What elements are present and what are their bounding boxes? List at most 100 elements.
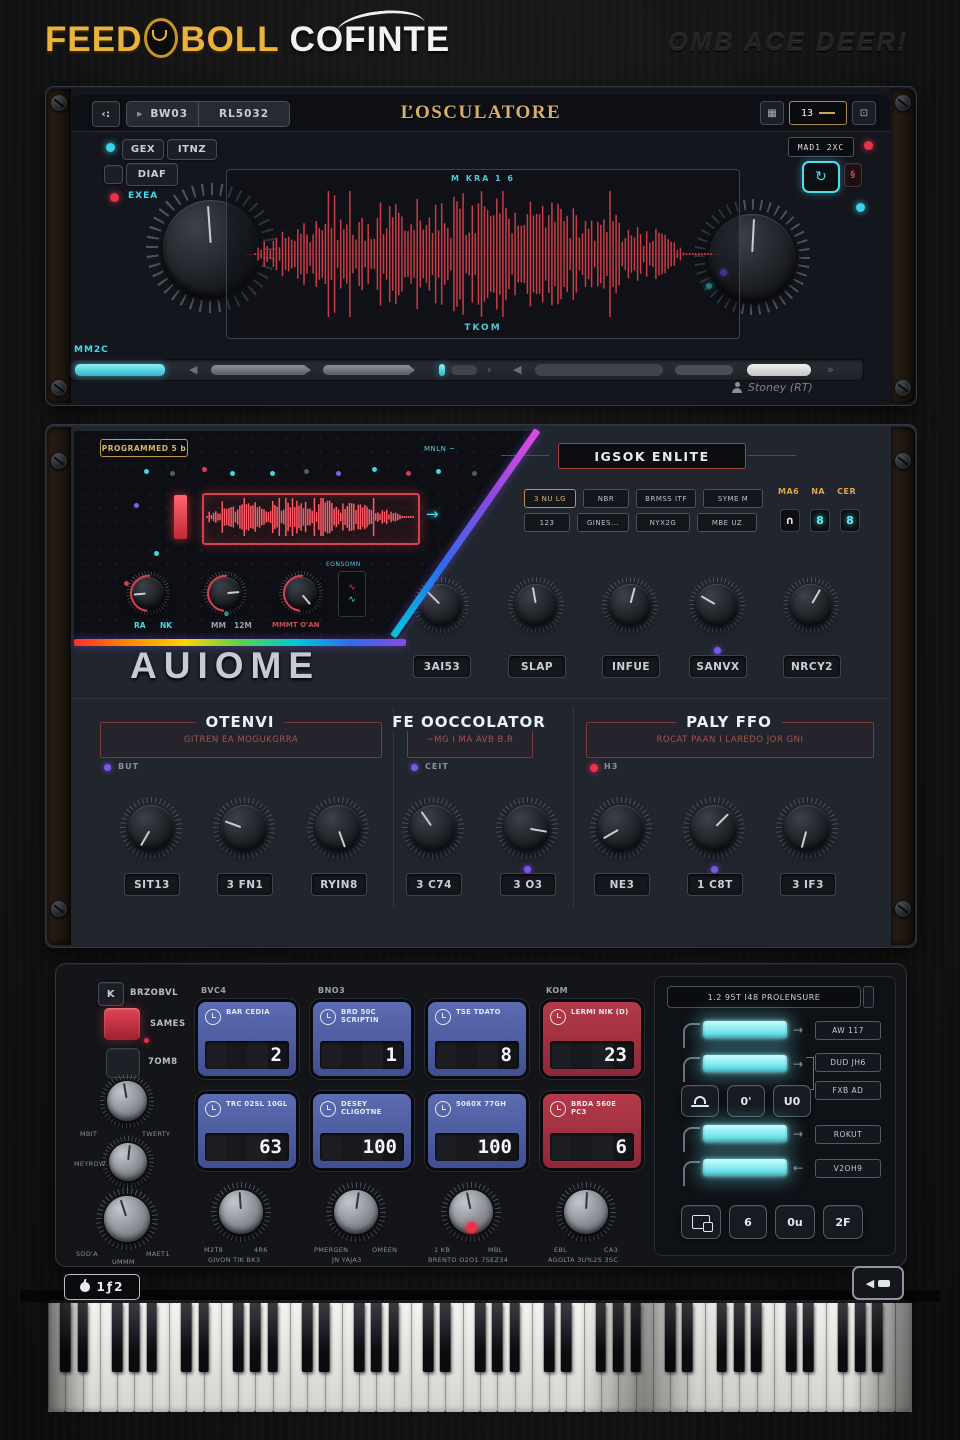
seq-knob-3[interactable] — [441, 1182, 501, 1242]
piano-black-key[interactable] — [872, 1303, 883, 1373]
value-box-display[interactable]: 100 — [320, 1133, 404, 1161]
piano-black-key[interactable] — [388, 1303, 399, 1373]
osc-knob-2[interactable] — [496, 797, 558, 859]
value-box[interactable]: TRC 02SL 10GL 63 — [198, 1094, 296, 1168]
piano-black-key[interactable] — [440, 1303, 451, 1373]
piano-black-key[interactable] — [301, 1303, 313, 1373]
piano-black-key[interactable] — [664, 1303, 676, 1373]
value-box[interactable]: 5060X 77GH 100 — [428, 1094, 526, 1168]
routing-title-tab[interactable] — [863, 986, 874, 1008]
param-chip[interactable]: MBE UZ — [697, 513, 757, 532]
piano-keyboard[interactable] — [48, 1300, 913, 1412]
value-box[interactable]: LERMI NIK (D) 23 — [543, 1002, 641, 1076]
scrub-segment[interactable] — [323, 365, 415, 375]
piano-black-key[interactable] — [111, 1303, 123, 1373]
piano-black-key[interactable] — [474, 1303, 486, 1373]
piano-black-key[interactable] — [751, 1303, 762, 1373]
loop-region-display[interactable] — [202, 493, 420, 545]
param-chip[interactable]: 3 NU LG — [524, 489, 576, 508]
mini-knob-1[interactable] — [126, 571, 170, 615]
digit-badge[interactable]: 8 — [810, 509, 830, 532]
piano-black-key[interactable] — [129, 1303, 140, 1373]
piano-black-key[interactable] — [146, 1303, 157, 1373]
param-chip[interactable]: NBR — [583, 489, 629, 508]
scrub-segment-active[interactable] — [75, 364, 165, 376]
card-button[interactable] — [681, 1205, 721, 1239]
knob-sanvx[interactable] — [689, 577, 745, 633]
piano-black-key[interactable] — [232, 1303, 244, 1373]
piano-black-key[interactable] — [561, 1303, 572, 1373]
piano-black-key[interactable] — [716, 1303, 728, 1373]
zero-button[interactable]: 0' — [727, 1085, 765, 1117]
env-knob-1[interactable] — [120, 797, 182, 859]
scrub-segment[interactable] — [535, 364, 663, 376]
piano-black-key[interactable] — [543, 1303, 555, 1373]
squiggle-button[interactable]: § — [844, 163, 862, 187]
collapse-button[interactable]: ◀ — [852, 1266, 904, 1300]
piano-black-key[interactable] — [509, 1303, 520, 1373]
param-chip[interactable]: 123 — [524, 513, 570, 532]
osc-knob-1[interactable] — [402, 797, 464, 859]
lfo-knob-1[interactable] — [590, 797, 652, 859]
value-box-display[interactable]: 1 — [320, 1041, 404, 1069]
value-box[interactable]: BRDA 560E PC3 6 — [543, 1094, 641, 1168]
piano-black-key[interactable] — [198, 1303, 209, 1373]
value-box-display[interactable]: 8 — [435, 1041, 519, 1069]
small-toggle-button[interactable] — [104, 165, 123, 184]
piano-black-key[interactable] — [353, 1303, 365, 1373]
mode-button[interactable]: K — [98, 982, 124, 1006]
scrub-segment-light[interactable] — [747, 364, 811, 376]
scrub-segment[interactable] — [451, 365, 477, 375]
page-button[interactable]: ⊡ — [852, 101, 876, 125]
value-box[interactable]: BRD 50C SCRIPTIN 1 — [313, 1002, 411, 1076]
scrub-segment[interactable] — [211, 365, 311, 375]
piano-black-key[interactable] — [319, 1303, 330, 1373]
itnz-button[interactable]: ITNZ — [167, 139, 217, 160]
piano-black-key[interactable] — [837, 1303, 849, 1373]
lock-icon[interactable]: ∩ — [780, 509, 800, 532]
left-knob-3[interactable] — [96, 1188, 158, 1250]
left-knob-1[interactable] — [100, 1074, 154, 1128]
mini-knob-3[interactable] — [279, 571, 323, 615]
env-knob-2[interactable] — [213, 797, 275, 859]
piano-black-key[interactable] — [612, 1303, 624, 1373]
knob-slap[interactable] — [508, 577, 564, 633]
piano-black-key[interactable] — [595, 1303, 607, 1373]
env-knob-3[interactable] — [307, 797, 369, 859]
value-box-display[interactable]: 63 — [205, 1133, 289, 1161]
piano-black-key[interactable] — [267, 1303, 278, 1373]
knob-infue[interactable] — [602, 577, 658, 633]
seg-arrow-icon[interactable]: ◀ — [189, 363, 197, 376]
page-2f-button[interactable]: 2F — [823, 1205, 863, 1239]
piano-black-key[interactable] — [630, 1303, 641, 1373]
zero-u-button[interactable]: 0u — [775, 1205, 815, 1239]
seg-arrow-icon[interactable]: › — [487, 363, 491, 376]
scrub-tick[interactable] — [439, 364, 445, 376]
left-knob-2[interactable] — [102, 1136, 154, 1188]
piano-black-key[interactable] — [250, 1303, 261, 1373]
knob-nrcy2[interactable] — [783, 577, 839, 633]
hat-button[interactable] — [681, 1085, 719, 1117]
piano-black-key[interactable] — [682, 1303, 693, 1373]
value-box[interactable]: DESEY CLIGOTNE 100 — [313, 1094, 411, 1168]
lfo-knob-3[interactable] — [776, 797, 838, 859]
value-box-display[interactable]: 100 — [435, 1133, 519, 1161]
piano-black-key[interactable] — [60, 1303, 71, 1373]
piano-black-key[interactable] — [803, 1303, 814, 1373]
seg-arrow-icon[interactable]: » — [827, 363, 834, 376]
gex-button[interactable]: GEX — [122, 139, 164, 160]
mini-knob-2[interactable] — [203, 571, 247, 615]
piano-black-key[interactable] — [733, 1303, 745, 1373]
param-chip[interactable]: BRMSS ITF — [636, 489, 696, 508]
piano-black-key[interactable] — [371, 1303, 382, 1373]
piano-black-key[interactable] — [492, 1303, 503, 1373]
lfo-knob-2[interactable] — [683, 797, 745, 859]
knob-3ai53[interactable] — [413, 577, 469, 633]
seq-knob-1[interactable] — [211, 1182, 271, 1242]
digit-badge[interactable]: 8 — [840, 509, 860, 532]
value-box-display[interactable]: 23 — [550, 1041, 634, 1069]
seq-knob-2[interactable] — [326, 1182, 386, 1242]
piano-black-key[interactable] — [422, 1303, 434, 1373]
param-chip[interactable]: SYME M — [703, 489, 763, 508]
sample-waveform-display[interactable]: M KRA 1 6 TKOM — [226, 169, 740, 339]
